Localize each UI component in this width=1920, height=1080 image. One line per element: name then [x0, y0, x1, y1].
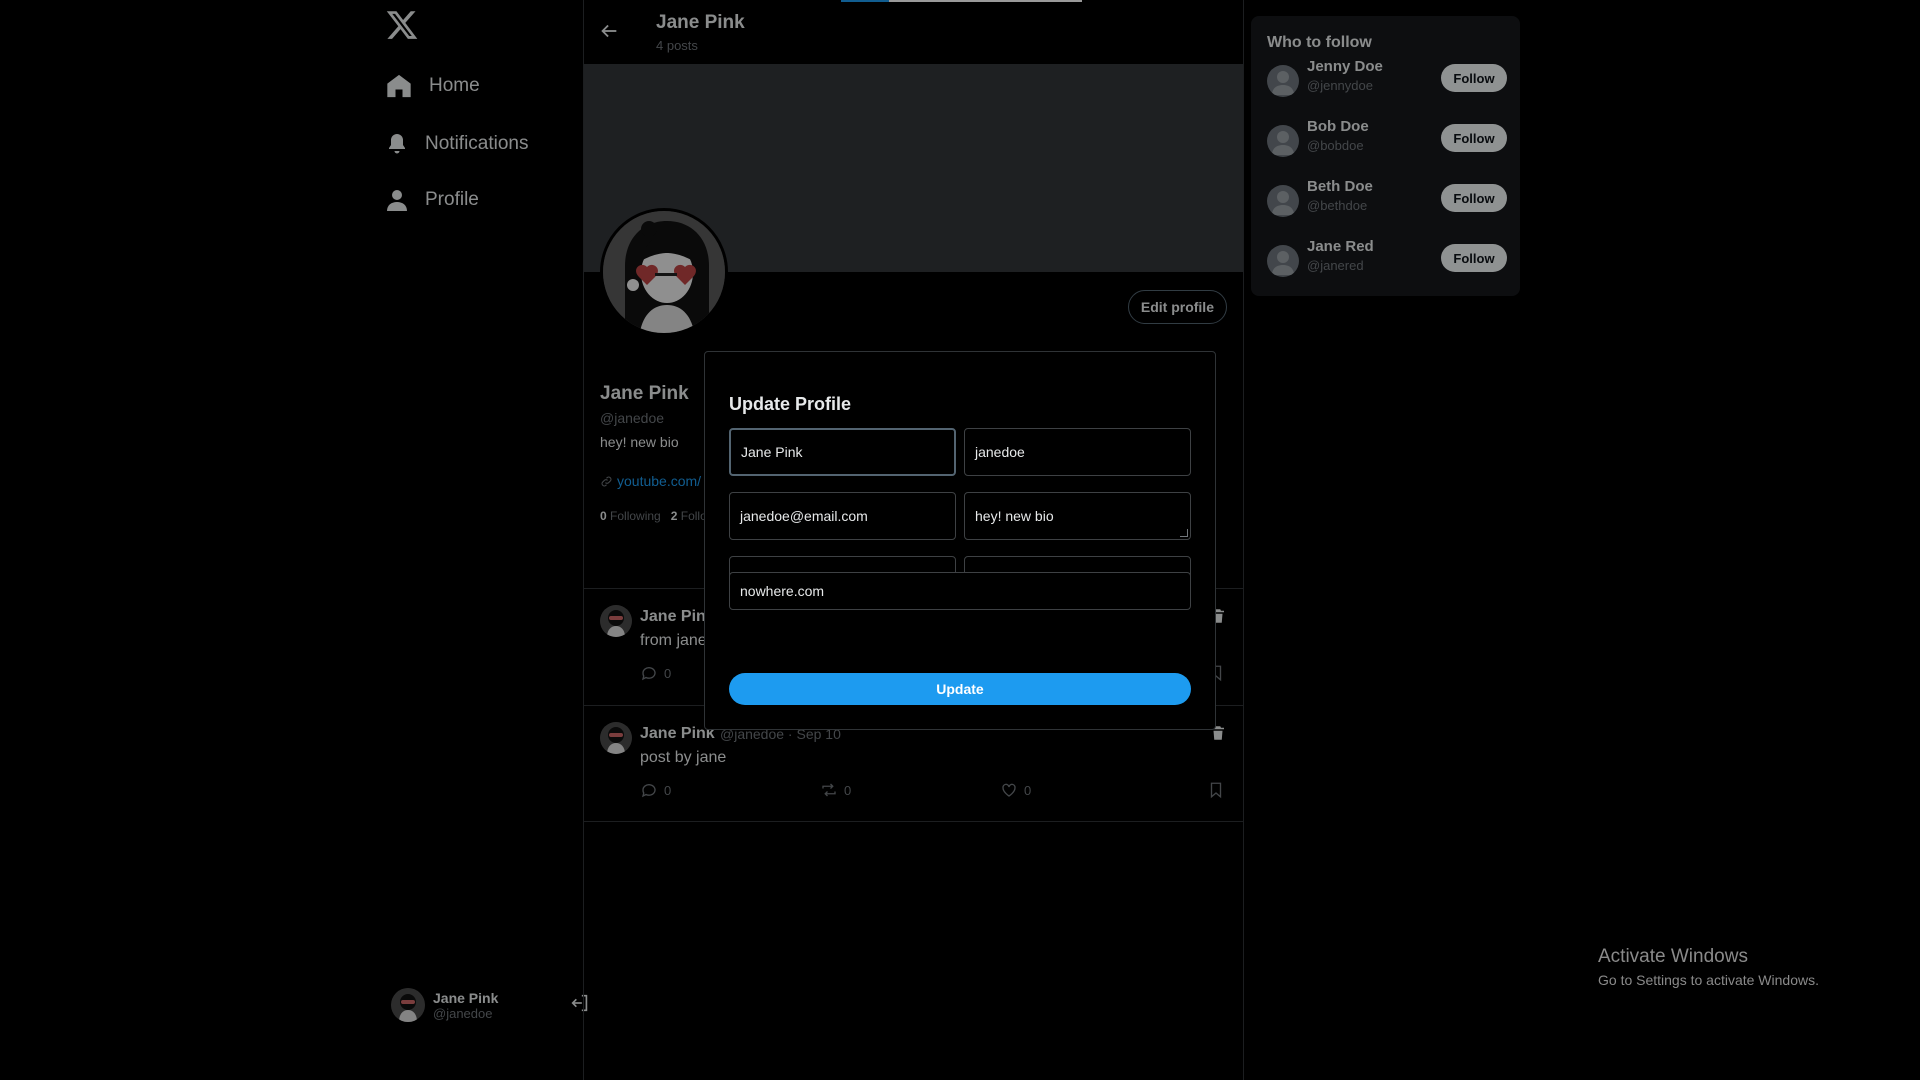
- full-name-input[interactable]: Jane Pink: [729, 428, 956, 476]
- update-button[interactable]: Update: [729, 673, 1191, 705]
- link-input[interactable]: nowhere.com: [729, 572, 1191, 610]
- bio-textarea-value: hey! new bio: [975, 508, 1054, 524]
- email-input[interactable]: janedoe@email.com: [729, 492, 956, 540]
- username-input[interactable]: janedoe: [964, 428, 1191, 476]
- update-profile-modal: Update Profile Jane Pink janedoe janedoe…: [704, 351, 1216, 730]
- modal-title: Update Profile: [729, 394, 852, 414]
- watermark-subtitle: Go to Settings to activate Windows.: [1598, 972, 1819, 988]
- activate-windows-watermark: Activate Windows Go to Settings to activ…: [1598, 946, 1819, 988]
- bio-textarea[interactable]: hey! new bio: [964, 492, 1191, 540]
- watermark-title: Activate Windows: [1598, 946, 1748, 967]
- resize-handle-icon[interactable]: [1180, 529, 1188, 537]
